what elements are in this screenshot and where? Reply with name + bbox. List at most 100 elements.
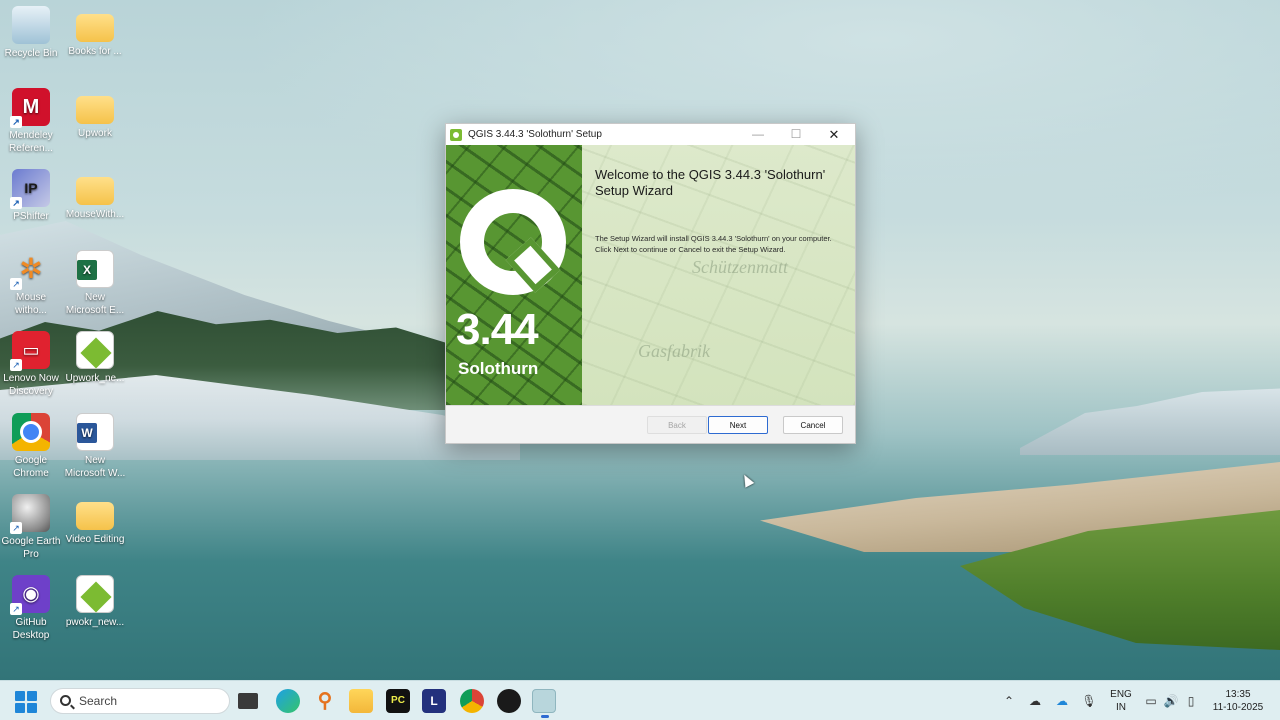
banner-codename: Solothurn xyxy=(458,359,539,378)
shortcut-arrow-icon: ↗ xyxy=(10,359,22,371)
language-code: ENG xyxy=(1110,689,1132,700)
excel-file-icon: X xyxy=(76,250,114,288)
search-tool-icon[interactable]: ⚲ xyxy=(313,689,337,713)
mouse-cursor-icon xyxy=(739,472,755,488)
lenovo-now-icon: ▭ ↗ xyxy=(10,331,50,371)
shortcut-arrow-icon: ↗ xyxy=(10,197,22,209)
qgis-setup-icon[interactable] xyxy=(532,689,556,718)
desktop-icon-label: pwokr_new... xyxy=(65,617,125,628)
desktop-icon-pshifter[interactable]: IP ↗ PShifter xyxy=(0,169,62,223)
github-desktop-icon: ◉ ↗ xyxy=(10,575,50,615)
desktop-icon-label: MouseWith... xyxy=(65,209,125,220)
folder-icon xyxy=(76,177,114,205)
shortcut-arrow-icon: ↗ xyxy=(10,603,22,615)
edge-icon[interactable] xyxy=(276,689,300,713)
desktop-icon-label: Google Chrome xyxy=(13,455,49,479)
desktop-icon-excel-file[interactable]: X New Microsoft E... xyxy=(64,250,126,317)
battery-icon[interactable]: ▯ xyxy=(1183,693,1199,709)
taskbar: Search ⚲ PC L ⌃ ☁ ☁ 🎙 ENG IN ▭ 🔊 ▯ 13:35… xyxy=(0,680,1280,720)
desktop-icon-label: Mendeley Referen... xyxy=(9,130,53,154)
desktop-icon-google-earth-pro[interactable]: ↗ Google Earth Pro xyxy=(0,494,62,561)
desktop-icon-label: Upwork_ne... xyxy=(65,373,125,384)
desktop-icon-word-file[interactable]: W New Microsoft W... xyxy=(64,413,126,480)
desktop-icon-label: New Microsoft W... xyxy=(64,455,126,479)
cloud-icon[interactable]: ☁ xyxy=(1027,693,1043,709)
recycle-bin-icon xyxy=(12,6,50,44)
dialog-title: QGIS 3.44.3 'Solothurn' Setup xyxy=(468,129,602,140)
qgis-app-icon xyxy=(450,128,462,141)
qgis-banner: 3.44 Solothurn xyxy=(446,145,582,405)
qgis-file-icon xyxy=(76,331,114,369)
volume-icon[interactable]: 🔊 xyxy=(1163,693,1179,709)
banner-version: 3.44 xyxy=(456,305,539,354)
google-earth-icon: ↗ xyxy=(10,494,50,534)
desktop-icon-label: Recycle Bin xyxy=(4,48,58,59)
microphone-icon[interactable]: 🎙 xyxy=(1081,693,1097,709)
next-button[interactable]: Next xyxy=(708,416,768,434)
desktop-icon-github-desktop[interactable]: ◉ ↗ GitHub Desktop xyxy=(0,575,62,642)
desktop-icon-label: GitHub Desktop xyxy=(12,617,50,641)
chevron-up-icon[interactable]: ⌃ xyxy=(1001,693,1017,709)
desktop-icon-lenovo-now[interactable]: ▭ ↗ Lenovo Now Discovery xyxy=(0,331,62,398)
desktop-icon-recycle-bin[interactable]: Recycle Bin xyxy=(0,6,62,60)
shortcut-arrow-icon: ↗ xyxy=(10,278,22,290)
mouse-without-borders-icon: ✲ ↗ xyxy=(10,250,50,290)
language-indicator[interactable]: ENG IN xyxy=(1104,688,1138,716)
desktop-icon-google-chrome[interactable]: Google Chrome xyxy=(0,413,62,480)
pycharm-icon[interactable]: PC xyxy=(386,689,410,713)
chrome-icon[interactable] xyxy=(460,689,484,713)
welcome-description: The Setup Wizard will install QGIS 3.44.… xyxy=(595,234,832,254)
desktop-icon-upwork-qgis-file[interactable]: Upwork_ne... xyxy=(64,331,126,385)
chrome-icon xyxy=(12,413,50,451)
dialog-titlebar[interactable]: QGIS 3.44.3 'Solothurn' Setup — ☐ ✕ xyxy=(446,124,855,145)
map-label-gasfabrik: Gasfabrik xyxy=(638,341,710,361)
shortcut-arrow-icon: ↗ xyxy=(10,522,22,534)
network-icon[interactable]: ▭ xyxy=(1143,693,1159,709)
close-button[interactable]: ✕ xyxy=(815,124,853,145)
media-app-icon[interactable] xyxy=(497,689,521,713)
desktop-icon-label: Video Editing xyxy=(65,534,125,545)
start-button[interactable] xyxy=(15,691,37,713)
desktop-icon-mouse-without-borders[interactable]: ✲ ↗ Mouse witho... xyxy=(0,250,62,317)
wallpaper-mountain-right xyxy=(1020,388,1280,455)
clock[interactable]: 13:35 11-10-2025 xyxy=(1206,688,1270,716)
back-button[interactable]: Back xyxy=(647,416,707,434)
desktop-icon-label: Mouse witho... xyxy=(15,292,47,316)
desktop-icon-label: Upwork xyxy=(78,128,112,139)
desktop-icon-label: Books for ... xyxy=(68,46,122,57)
desktop-icon-upwork-folder[interactable]: Upwork xyxy=(64,88,126,140)
desktop-icon-books-folder[interactable]: Books for ... xyxy=(64,6,126,58)
qgis-file-icon xyxy=(76,575,114,613)
task-view-icon[interactable] xyxy=(238,693,258,709)
search-placeholder: Search xyxy=(79,694,118,708)
folder-icon xyxy=(76,96,114,124)
minimize-button[interactable]: — xyxy=(739,124,777,145)
desktop-icon-label: Google Earth Pro xyxy=(1,536,61,560)
desktop-icon-label: Lenovo Now Discovery xyxy=(3,373,59,397)
taskbar-search-input[interactable]: Search xyxy=(50,688,230,714)
pshifter-icon: IP ↗ xyxy=(10,169,50,209)
clock-time: 13:35 xyxy=(1225,689,1251,700)
search-icon xyxy=(60,695,71,706)
region-code: IN xyxy=(1116,702,1126,713)
desktop-icon-label: PShifter xyxy=(13,211,49,222)
folder-icon xyxy=(76,14,114,42)
maximize-button[interactable]: ☐ xyxy=(777,124,815,145)
onedrive-icon[interactable]: ☁ xyxy=(1054,693,1070,709)
shortcut-arrow-icon: ↗ xyxy=(10,116,22,128)
dialog-button-bar: Back Next Cancel xyxy=(446,405,855,443)
welcome-heading: Welcome to the QGIS 3.44.3 'Solothurn' S… xyxy=(595,167,826,198)
clock-date: 11-10-2025 xyxy=(1212,702,1264,713)
map-label-schutzenmatt: Schützenmatt xyxy=(692,257,788,277)
desktop-icon-mousewith-folder[interactable]: MouseWith... xyxy=(64,169,126,221)
mendeley-icon: M ↗ xyxy=(10,88,50,128)
folder-icon xyxy=(76,502,114,530)
l-app-icon[interactable]: L xyxy=(422,689,446,713)
file-explorer-icon[interactable] xyxy=(349,689,373,713)
desktop-icon-label: New Microsoft E... xyxy=(65,292,125,316)
welcome-panel: Schützenmatt Gasfabrik Welcome to the QG… xyxy=(582,145,855,405)
desktop-icon-video-editing-folder[interactable]: Video Editing xyxy=(64,494,126,546)
desktop-icon-pwokr-qgis-file[interactable]: pwokr_new... xyxy=(64,575,126,629)
cancel-button[interactable]: Cancel xyxy=(783,416,843,434)
desktop-icon-mendeley[interactable]: M ↗ Mendeley Referen... xyxy=(0,88,62,155)
